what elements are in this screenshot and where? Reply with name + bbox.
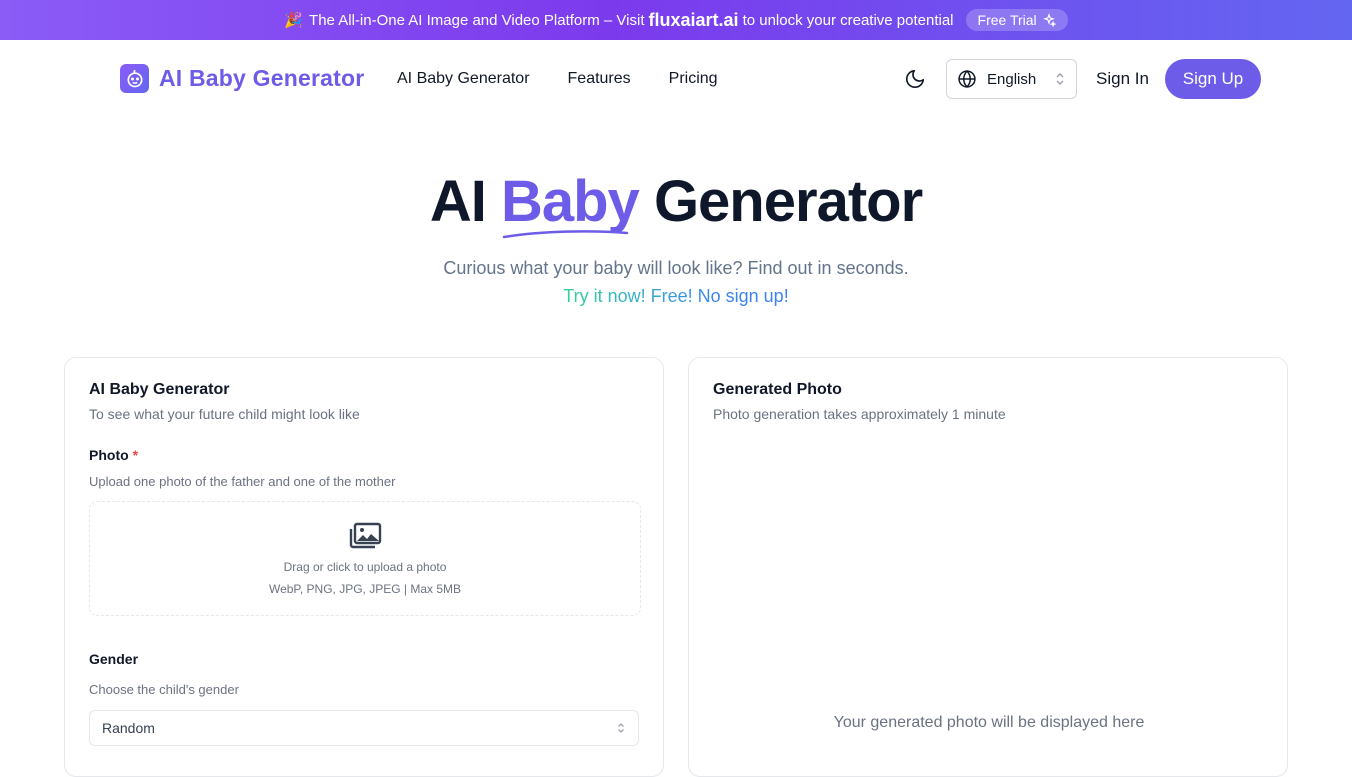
gender-help: Choose the child's gender: [89, 682, 239, 697]
upload-instruction: Drag or click to upload a photo: [283, 559, 447, 574]
form-card-description: To see what your future child might look…: [89, 406, 360, 422]
gender-label: Gender: [89, 651, 139, 667]
hero-cta: Try it now! Free! No sign up!: [0, 286, 1352, 307]
hero-title-accent: Baby: [500, 168, 640, 239]
result-card-title: Generated Photo: [713, 381, 842, 398]
free-trial-label: Free Trial: [977, 12, 1037, 28]
result-placeholder: Your generated photo will be displayed h…: [833, 714, 1145, 731]
free-trial-button[interactable]: Free Trial: [965, 9, 1068, 31]
globe-icon: [958, 70, 976, 88]
baby-face-icon: [120, 64, 149, 93]
nav-link-ai-baby-generator[interactable]: AI Baby Generator: [397, 70, 530, 88]
chevron-up-down-icon: [618, 723, 624, 733]
party-popper-icon: 🎉: [284, 12, 304, 29]
promo-banner[interactable]: 🎉 The All-in-One AI Image and Video Plat…: [0, 0, 1352, 40]
banner-text-before: The All-in-One AI Image and Video Platfo…: [309, 11, 645, 29]
logo[interactable]: AI Baby Generator: [120, 64, 364, 93]
sparkles-icon: [1042, 13, 1056, 27]
top-nav: AI Baby Generator AI Baby Generator Feat…: [0, 40, 1352, 120]
language-select[interactable]: English: [946, 59, 1077, 99]
banner-text-after: to unlock your creative potential: [742, 11, 954, 29]
language-value: English: [987, 70, 1037, 88]
gender-select-value: Random: [102, 720, 155, 736]
hero-title-accent-text: Baby: [500, 169, 640, 234]
underline-swoosh: [502, 230, 629, 239]
images-icon: [349, 522, 382, 548]
sign-up-button[interactable]: Sign Up: [1165, 59, 1261, 99]
photo-label-text: Photo: [89, 447, 129, 463]
form-card-title: AI Baby Generator: [89, 381, 230, 398]
result-card-description: Photo generation takes approximately 1 m…: [713, 406, 1006, 422]
hero-subtitle: Curious what your baby will look like? F…: [443, 258, 909, 278]
hero-title-start: AI: [429, 169, 487, 234]
chevron-up-down-icon: [1056, 72, 1064, 86]
sign-in-link[interactable]: Sign In: [1096, 69, 1149, 89]
photo-upload-dropzone[interactable]: Drag or click to upload a photo WebP, PN…: [89, 501, 641, 616]
hero-title: AI Baby Generator: [0, 168, 1352, 239]
required-mark: *: [132, 447, 139, 463]
photo-label: Photo *: [89, 447, 138, 463]
hero-title-end: Generator: [653, 169, 923, 234]
generated-photo-card: Generated Photo Photo generation takes a…: [688, 357, 1288, 777]
nav-link-pricing[interactable]: Pricing: [669, 70, 718, 88]
photo-help: Upload one photo of the father and one o…: [89, 474, 396, 489]
nav-link-features[interactable]: Features: [568, 70, 631, 88]
logo-text: AI Baby Generator: [159, 65, 365, 91]
moon-icon[interactable]: [904, 68, 926, 90]
upload-formats: WebP, PNG, JPG, JPEG | Max 5MB: [268, 581, 462, 596]
generator-form-card: AI Baby Generator To see what your futur…: [64, 357, 664, 777]
gender-select[interactable]: Random: [89, 710, 639, 746]
hero-cta-text: Try it now! Free! No sign up!: [563, 286, 789, 306]
nav-links: AI Baby Generator Features Pricing: [397, 70, 718, 88]
banner-brand-link[interactable]: fluxaiart.ai: [649, 10, 739, 31]
